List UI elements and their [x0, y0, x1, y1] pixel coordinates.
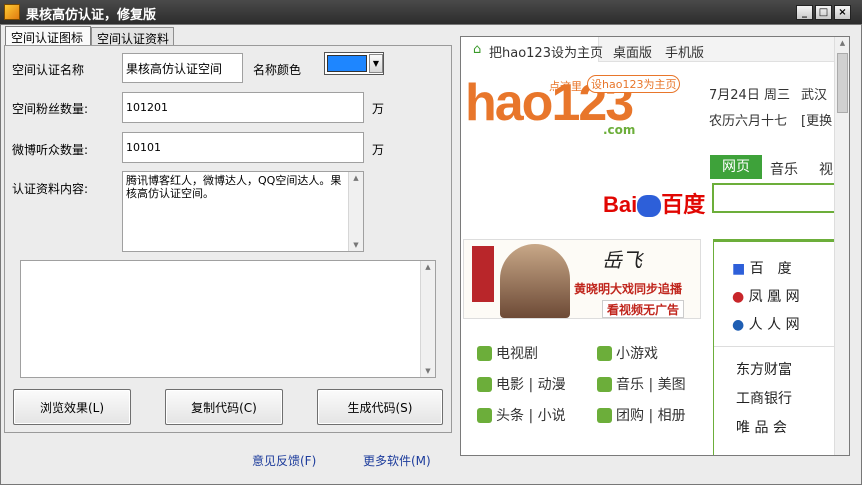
- bubble-text: 点这里: [549, 80, 582, 93]
- fans-unit: 万: [372, 102, 385, 116]
- tab-icon[interactable]: 空间认证图标: [5, 26, 91, 47]
- fans-label: 空间粉丝数量:: [12, 102, 89, 116]
- site-label: 人 人 网: [748, 317, 800, 333]
- service-label: 团购 | 相册: [616, 408, 686, 424]
- scroll-up-icon[interactable]: ▲: [421, 263, 435, 271]
- site-renren[interactable]: ● 人 人 网: [732, 314, 800, 334]
- site-icbc[interactable]: 工商银行: [736, 388, 792, 408]
- date-text: 7月24日 周三: [709, 88, 790, 103]
- name-label: 空间认证名称: [12, 63, 85, 77]
- no-ad-badge: 看视频无广告: [602, 300, 685, 318]
- tab-profile[interactable]: 空间认证资料: [91, 27, 174, 46]
- service-label: 电视剧: [496, 346, 538, 362]
- site-label: 百 度: [749, 261, 792, 277]
- scroll-down-icon[interactable]: ▼: [421, 367, 435, 375]
- service-label: 电影 | 动漫: [496, 377, 566, 393]
- close-button[interactable]: ×: [834, 5, 851, 20]
- scroll-up-icon[interactable]: ▲: [835, 39, 849, 47]
- service-label: 音乐 | 美图: [616, 377, 686, 393]
- color-picker[interactable]: ▼: [324, 52, 384, 75]
- site-vip[interactable]: 唯 品 会: [736, 417, 787, 437]
- site-label: 凤 凰 网: [748, 289, 800, 305]
- more-software-link[interactable]: 更多软件(M): [363, 452, 431, 469]
- service-group[interactable]: 团购 | 相册: [597, 405, 686, 425]
- renren-icon: ●: [732, 317, 749, 333]
- coupon-icon: [597, 407, 612, 423]
- music-icon: [597, 376, 612, 392]
- famous-sites: ■ 百 度 ● 凤 凰 网 ● 人 人 网 东方财富 工商银行 唯 品 会: [713, 239, 838, 455]
- color-label: 名称颜色: [253, 63, 302, 77]
- divider: [714, 346, 838, 347]
- paw-icon: [637, 195, 662, 218]
- name-input[interactable]: 果核高仿认证空间: [122, 53, 243, 83]
- app-icon: [4, 4, 20, 20]
- code-output[interactable]: ▲ ▼: [20, 260, 436, 378]
- search-input[interactable]: [712, 183, 842, 213]
- info-scrollbar[interactable]: ▲ ▼: [348, 172, 363, 251]
- hao123-topbar: ⌂ 把hao123设为主页 桌面版 手机版: [461, 37, 836, 62]
- service-tv[interactable]: 电视剧: [477, 343, 538, 363]
- weibo-unit: 万: [372, 143, 385, 157]
- chevron-down-icon[interactable]: ▼: [369, 54, 383, 73]
- code-scrollbar[interactable]: ▲ ▼: [420, 261, 435, 377]
- banner-text: 黄晓明大戏同步追播: [574, 282, 683, 296]
- gamepad-icon: [597, 345, 612, 361]
- weibo-label: 微博听众数量:: [12, 143, 89, 157]
- service-label: 头条 | 小说: [496, 408, 566, 424]
- news-icon: [477, 407, 492, 423]
- promo-banner[interactable]: 岳飞 黄晓明大戏同步追播 看视频无广告: [463, 239, 701, 319]
- change-city-link[interactable]: [更换: [801, 110, 832, 129]
- service-music[interactable]: 音乐 | 美图: [597, 374, 686, 394]
- paw-icon: ■: [732, 261, 750, 277]
- service-label: 小游戏: [616, 346, 658, 362]
- title-bar: 果核高仿认证，修复版 _ □ ×: [0, 0, 862, 24]
- window-title: 果核高仿认证，修复版: [26, 8, 157, 23]
- set-home-bubble[interactable]: 设hao123为主页: [587, 75, 681, 93]
- lunar-text: 农历六月十七: [709, 114, 788, 129]
- site-eastmoney[interactable]: 东方财富: [736, 359, 792, 379]
- baidu-logo: Bai 百度: [603, 192, 706, 218]
- generate-code-button[interactable]: 生成代码(S): [317, 389, 443, 425]
- city-text[interactable]: 武汉: [801, 84, 827, 103]
- minimize-button[interactable]: _: [796, 5, 813, 20]
- banner-seal: [472, 246, 494, 302]
- browser-preview[interactable]: ⌂ 把hao123设为主页 桌面版 手机版 hao123 .com 点这里 设h…: [460, 36, 850, 456]
- search-tab-video[interactable]: 视: [819, 159, 833, 179]
- mobile-link[interactable]: 手机版: [665, 42, 704, 61]
- info-text: 腾讯博客红人，微博达人，QQ空间达人。果核高仿认证空间。: [126, 174, 342, 200]
- service-games[interactable]: 小游戏: [597, 343, 658, 363]
- baidu-text: 百度: [661, 192, 706, 217]
- scroll-thumb[interactable]: [837, 53, 848, 113]
- scroll-down-icon[interactable]: ▼: [349, 241, 363, 249]
- banner-name: 岳飞: [602, 248, 642, 272]
- film-icon: [477, 376, 492, 392]
- home-icon: ⌂: [473, 42, 482, 57]
- service-news[interactable]: 头条 | 小说: [477, 405, 566, 425]
- copy-code-button[interactable]: 复制代码(C): [165, 389, 283, 425]
- site-ifeng[interactable]: ● 凤 凰 网: [732, 286, 800, 306]
- color-swatch: [327, 55, 367, 72]
- maximize-button[interactable]: □: [815, 5, 832, 20]
- info-label: 认证资料内容:: [12, 182, 89, 196]
- fans-input[interactable]: 101201: [122, 92, 364, 123]
- search-tab-web[interactable]: 网页: [710, 155, 762, 179]
- search-tab-music[interactable]: 音乐: [770, 159, 798, 179]
- info-textarea[interactable]: 腾讯博客红人，微博达人，QQ空间达人。果核高仿认证空间。 ▲ ▼: [122, 171, 364, 252]
- preview-scrollbar[interactable]: ▲: [834, 37, 849, 455]
- tv-icon: [477, 345, 492, 361]
- set-home-text: 把hao123设为主页: [489, 46, 603, 61]
- weibo-input[interactable]: 10101: [122, 132, 364, 163]
- scroll-up-icon[interactable]: ▲: [349, 174, 363, 182]
- service-movie[interactable]: 电影 | 动漫: [477, 374, 566, 394]
- desktop-link[interactable]: 桌面版: [613, 42, 652, 61]
- site-baidu[interactable]: ■ 百 度: [732, 258, 792, 278]
- phoenix-icon: ●: [732, 289, 749, 305]
- set-home-link[interactable]: ⌂ 把hao123设为主页: [461, 37, 603, 62]
- actor-image: [500, 244, 570, 318]
- preview-button[interactable]: 浏览效果(L): [13, 389, 131, 425]
- feedback-link[interactable]: 意见反馈(F): [252, 452, 316, 469]
- logo-suffix: .com: [603, 123, 636, 137]
- service-grid: 电视剧 小游戏 电影 | 动漫 音乐 | 美图 头条 | 小说 团购 | 相册: [463, 329, 701, 455]
